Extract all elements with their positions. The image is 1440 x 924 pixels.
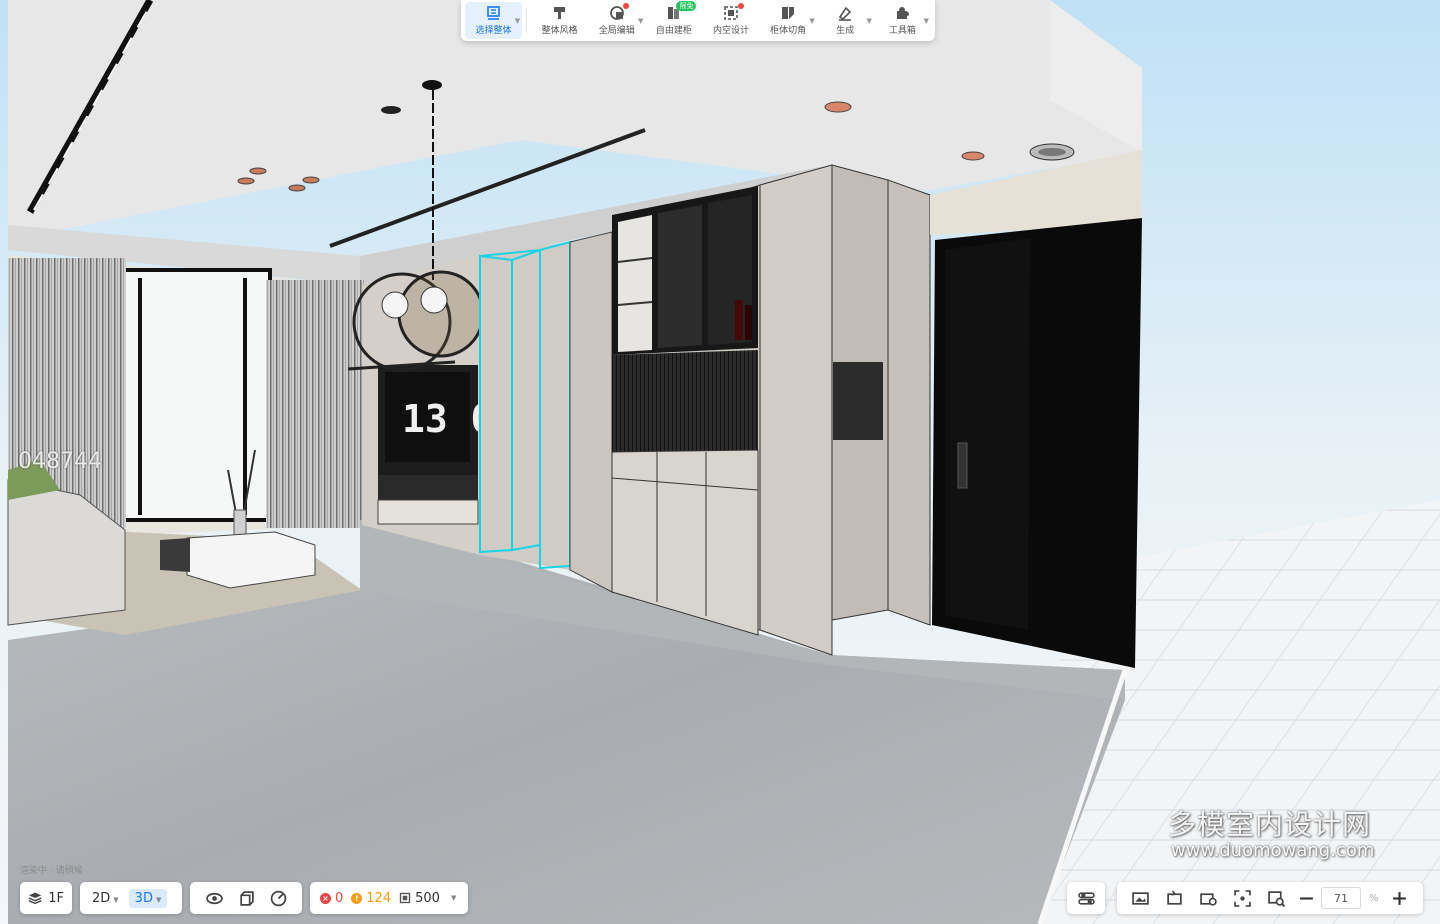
tool-toolbox[interactable]: 工具箱 ▼ <box>874 2 931 39</box>
focus-button[interactable] <box>1229 885 1255 911</box>
tool-inner-space[interactable]: 内空设计 <box>702 2 759 39</box>
tool-overall-style[interactable]: 整体风格 <box>531 2 588 39</box>
tool-select-whole[interactable]: 选择整体 ▼ <box>465 2 523 39</box>
chevron-down-icon: ▼ <box>450 894 457 902</box>
tool-label: 选择整体 <box>475 26 512 36</box>
view-2d-label: 2D <box>92 890 111 906</box>
model-id-watermark: 048744 <box>18 449 102 474</box>
view-3d-label: 3D <box>134 890 153 906</box>
chevron-down-icon: ▼ <box>923 17 929 25</box>
error-count: × 0 <box>320 891 343 906</box>
zoom-input[interactable] <box>1321 887 1361 909</box>
tool-global-edit[interactable]: 全局编辑 ▼ <box>588 2 645 39</box>
tool-label: 内空设计 <box>713 26 750 36</box>
model-check-status[interactable]: × 0 ! 124 500 ▼ <box>310 882 468 914</box>
material-button[interactable] <box>233 885 259 911</box>
zoom-to-fit-button[interactable] <box>1263 885 1289 911</box>
top-toolbar: 选择整体 ▼ 整体风格 全局编辑 ▼ 限免 自由建柜 内空设计 柜体切角 ▼ 生… <box>461 0 935 41</box>
chevron-down-icon: ▼ <box>809 17 815 25</box>
plus-icon <box>1393 891 1406 905</box>
floor-label: 1F <box>48 890 64 906</box>
settings-toggle[interactable] <box>1067 882 1105 914</box>
zoom-search-icon <box>1267 890 1285 907</box>
image-icon <box>1131 891 1149 905</box>
camera-settings-button[interactable] <box>1195 885 1221 911</box>
zoom-in-button[interactable] <box>1387 885 1413 911</box>
focus-icon <box>1233 889 1251 907</box>
floor-selector[interactable]: 1F <box>20 882 72 914</box>
screenshot-button[interactable] <box>1127 885 1153 911</box>
view-mode-switch: 2D ▼ 3D ▼ <box>80 882 182 914</box>
free-badge: 限免 <box>676 1 697 11</box>
render-hint: 渲染中 · 请稍候 <box>20 866 83 876</box>
notification-dot <box>623 3 630 9</box>
chevron-down-icon: ▼ <box>113 895 119 904</box>
warning-count-value: 124 <box>366 890 392 906</box>
view-2d-button[interactable]: 2D ▼ <box>86 889 125 908</box>
toolbox-icon <box>897 7 910 19</box>
style-icon <box>553 7 565 19</box>
camera-tools: % <box>1117 882 1423 914</box>
model-count-icon <box>399 892 411 904</box>
tool-label: 整体风格 <box>541 26 578 36</box>
eye-icon <box>205 892 223 904</box>
toggle-settings-icon <box>1077 891 1095 905</box>
tool-cabinet-cut[interactable]: 柜体切角 ▼ <box>760 2 817 39</box>
model-count-value: 500 <box>415 890 440 906</box>
warning-icon: ! <box>351 892 363 904</box>
tool-generate[interactable]: 生成 ▼ <box>817 2 874 39</box>
camera-gear-icon <box>1199 892 1217 906</box>
error-count-value: 0 <box>335 890 344 906</box>
chevron-down-icon: ▼ <box>514 17 521 25</box>
gauge-icon <box>270 890 286 906</box>
tool-free-cabinet[interactable]: 限免 自由建柜 <box>645 1 702 39</box>
camera-reset-icon <box>1166 890 1182 905</box>
model-count: 500 <box>399 891 440 906</box>
zoom-out-button[interactable] <box>1293 885 1319 911</box>
notification-dot <box>737 3 744 9</box>
tool-label: 工具箱 <box>888 26 916 36</box>
cube-icon <box>239 890 254 906</box>
render-quality-button[interactable] <box>265 885 291 911</box>
tool-label: 生成 <box>836 26 855 36</box>
inner-space-icon <box>724 6 738 20</box>
chevron-down-icon: ▼ <box>637 17 644 25</box>
select-icon <box>486 6 500 20</box>
layers-icon <box>28 892 42 905</box>
tool-label: 全局编辑 <box>598 26 635 36</box>
generate-icon <box>839 6 852 21</box>
minus-icon <box>1299 896 1313 900</box>
brand-watermark-cn: 多模室内设计网 <box>1168 808 1372 841</box>
toolbar-divider <box>526 8 528 33</box>
view-tools <box>190 882 302 914</box>
warning-count: ! 124 <box>351 891 391 906</box>
camera-reset-button[interactable] <box>1161 885 1187 911</box>
visibility-button[interactable] <box>201 885 227 911</box>
chevron-down-icon: ▼ <box>155 895 162 904</box>
brand-watermark-url: www.duomowang.com <box>1171 840 1375 861</box>
error-icon: × <box>320 892 331 904</box>
view-3d-button[interactable]: 3D ▼ <box>128 888 168 908</box>
viewport-3d[interactable]: 13 00 <box>0 0 1440 924</box>
tool-label: 柜体切角 <box>770 26 807 36</box>
zoom-unit: % <box>1369 892 1379 904</box>
cabinet-cut-icon <box>782 7 795 19</box>
chevron-down-icon: ▼ <box>866 17 872 25</box>
tool-label: 自由建柜 <box>655 26 692 36</box>
